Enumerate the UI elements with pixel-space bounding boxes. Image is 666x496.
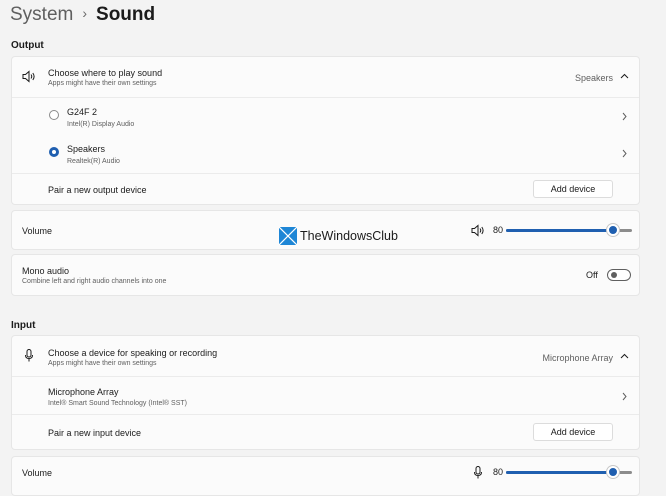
device-desc: Intel(R) Display Audio [67, 121, 135, 128]
chevron-right-icon[interactable] [622, 149, 627, 158]
input-device-card: Choose a device for speaking or recordin… [11, 335, 640, 450]
device-desc: Intel® Smart Sound Technology (Intel® SS… [48, 400, 187, 407]
choose-input-subtitle: Apps might have their own settings [48, 360, 157, 367]
toggle-knob [611, 272, 617, 278]
breadcrumb-separator-icon: › [82, 5, 88, 21]
input-volume-card: Volume 80 [11, 456, 640, 496]
volume-slider-fill [506, 471, 613, 474]
breadcrumb: System › Sound [10, 4, 155, 26]
volume-slider-thumb[interactable] [607, 466, 619, 478]
thewindowsclub-logo-icon [279, 227, 297, 245]
device-desc: Realtek(R) Audio [67, 158, 120, 165]
radio-speakers[interactable] [49, 147, 59, 157]
watermark-text: TheWindowsClub [300, 229, 398, 243]
device-name: G24F 2 [67, 107, 98, 117]
output-device-speakers[interactable]: Speakers Realtek(R) Audio [12, 135, 639, 173]
volume-label: Volume [22, 226, 53, 236]
volume-slider-fill [506, 229, 613, 232]
pair-input-row: Pair a new input device Add device [12, 414, 639, 451]
mono-audio-toggle[interactable] [607, 269, 631, 281]
choose-output-title: Choose where to play sound [48, 68, 163, 78]
pair-output-label: Pair a new output device [48, 185, 147, 195]
chevron-right-icon[interactable] [622, 392, 627, 401]
selected-input-value: Microphone Array [542, 353, 613, 363]
add-output-device-button[interactable]: Add device [533, 180, 613, 198]
microphone-icon [25, 349, 33, 362]
output-device-g24f2[interactable]: G24F 2 Intel(R) Display Audio [12, 97, 639, 136]
breadcrumb-system-link[interactable]: System [10, 4, 73, 25]
output-device-card: Choose where to play sound Apps might ha… [11, 56, 640, 205]
selected-output-value: Speakers [574, 73, 613, 83]
radio-g24f2[interactable] [49, 110, 59, 120]
watermark: TheWindowsClub [279, 226, 398, 246]
speaker-icon[interactable] [471, 224, 485, 237]
volume-label: Volume [22, 468, 53, 478]
page-title: Sound [96, 4, 156, 25]
speaker-icon [22, 70, 35, 83]
chevron-up-icon[interactable] [620, 73, 629, 79]
chevron-up-icon[interactable] [620, 353, 629, 359]
choose-output-row[interactable]: Choose where to play sound Apps might ha… [12, 57, 639, 97]
pair-output-row: Pair a new output device Add device [12, 173, 639, 206]
input-section-title: Input [11, 320, 36, 331]
mono-audio-card: Mono audio Combine left and right audio … [11, 254, 640, 296]
microphone-icon[interactable] [474, 466, 482, 479]
volume-value: 80 [493, 225, 504, 235]
choose-input-title: Choose a device for speaking or recordin… [48, 348, 218, 358]
output-section-title: Output [11, 40, 44, 51]
choose-output-subtitle: Apps might have their own settings [48, 80, 157, 87]
volume-value: 80 [493, 467, 504, 477]
device-name: Microphone Array [48, 387, 119, 397]
pair-input-label: Pair a new input device [48, 428, 142, 438]
device-name: Speakers [67, 144, 106, 154]
input-device-microphone-array[interactable]: Microphone Array Intel® Smart Sound Tech… [12, 376, 639, 415]
chevron-right-icon[interactable] [622, 112, 627, 121]
mono-audio-title: Mono audio [22, 266, 70, 276]
mono-audio-subtitle: Combine left and right audio channels in… [22, 278, 167, 285]
mono-audio-state: Off [586, 270, 598, 280]
add-input-device-button[interactable]: Add device [533, 423, 613, 441]
volume-slider-thumb[interactable] [607, 224, 619, 236]
choose-input-row[interactable]: Choose a device for speaking or recordin… [12, 336, 639, 376]
